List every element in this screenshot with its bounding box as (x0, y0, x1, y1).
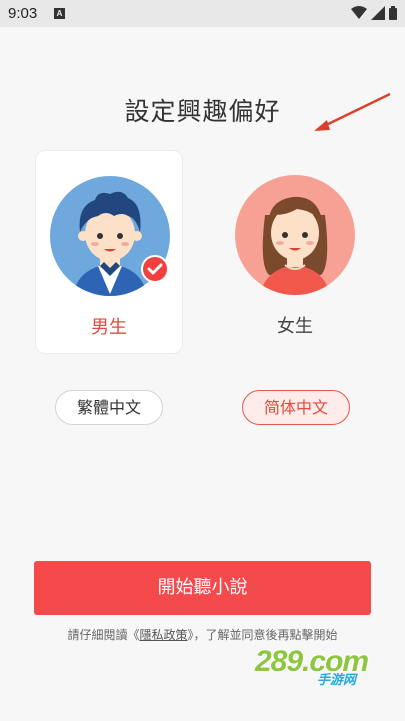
watermark-logo: 289.com 手游网 (255, 645, 385, 687)
selected-check-icon (141, 255, 169, 283)
start-button[interactable]: 開始聽小說 (34, 561, 371, 615)
wifi-icon (351, 6, 367, 19)
watermark-subtext: 手游网 (317, 672, 357, 687)
female-avatar-icon (235, 175, 355, 295)
gender-card-male[interactable]: 男生 (35, 150, 183, 354)
status-time: 9:03 (8, 5, 38, 22)
signal-icon (371, 6, 385, 20)
status-icons (351, 6, 397, 20)
privacy-prefix: 請仔細閱讀《 (67, 628, 140, 642)
gender-label-male: 男生 (91, 317, 127, 338)
language-simplified-button[interactable]: 简体中文 (242, 390, 350, 425)
privacy-policy-link[interactable]: 隱私政策 (139, 628, 187, 642)
gender-label-female: 女生 (277, 316, 313, 337)
gender-card-female[interactable]: 女生 (221, 150, 369, 354)
privacy-suffix: 》，了解並同意後再點擊開始 (187, 628, 338, 642)
privacy-notice: 請仔細閱讀《隱私政策》，了解並同意後再點擊開始 (0, 626, 405, 643)
arrow-annotation-icon (314, 92, 391, 131)
battery-icon (389, 6, 397, 20)
language-traditional-button[interactable]: 繁體中文 (55, 390, 163, 425)
notification-icon: A (54, 8, 65, 19)
status-bar: 9:03 A (0, 0, 405, 27)
